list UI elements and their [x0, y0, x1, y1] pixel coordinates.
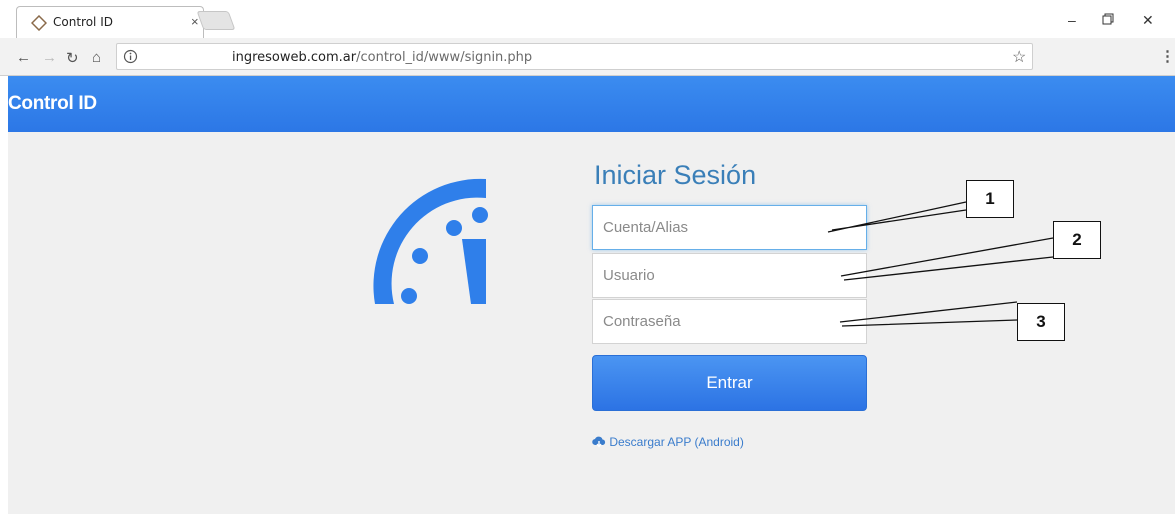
callout-1: 1	[966, 180, 1014, 218]
callout-lines	[827, 201, 1054, 327]
callout-3: 3	[1017, 303, 1065, 341]
callout-2: 2	[1053, 221, 1101, 259]
